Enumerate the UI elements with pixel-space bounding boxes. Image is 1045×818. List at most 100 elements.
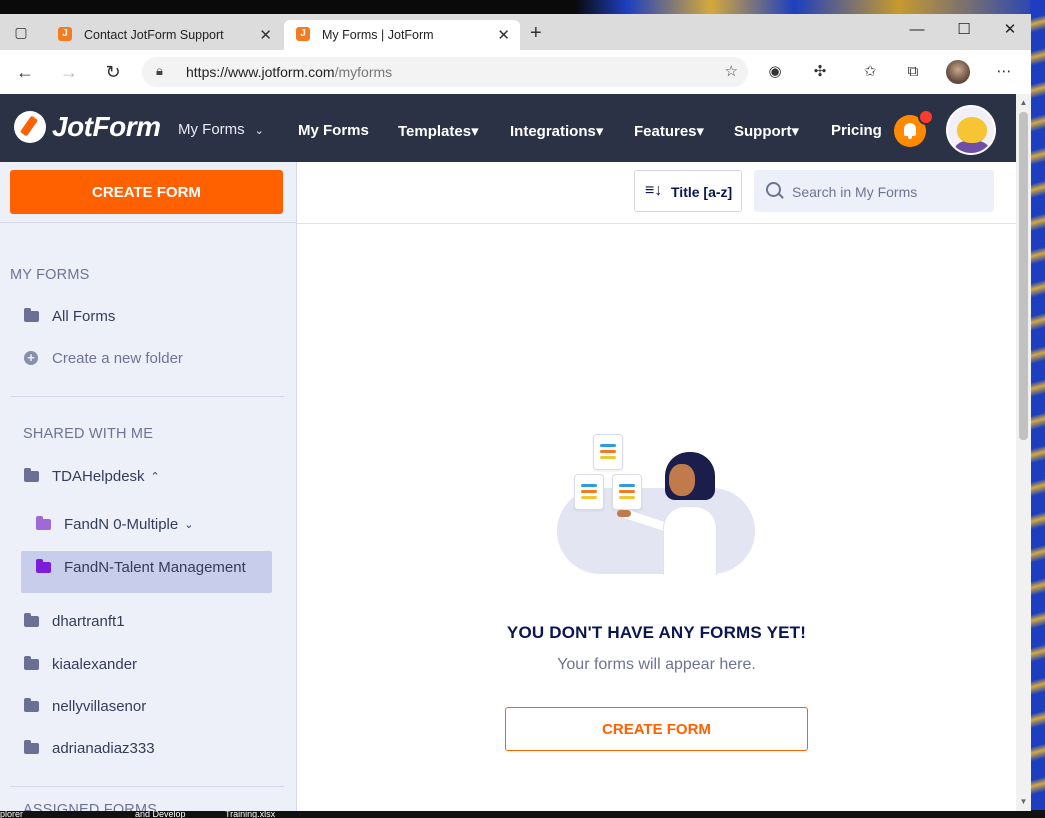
- form-card-icon: [612, 474, 642, 510]
- tab-label: My Forms | JotForm: [322, 28, 434, 42]
- sidebar-item-fandn-talent-management[interactable]: FandN-Talent Management: [36, 554, 246, 580]
- jotform-logo-icon: [14, 111, 46, 143]
- caret-down-icon: ▾: [471, 123, 479, 140]
- sidebar: CREATE FORM MY FORMS All Forms + Create …: [0, 162, 297, 811]
- divider: [0, 222, 296, 223]
- new-tab-icon[interactable]: +: [530, 22, 542, 45]
- add-favorite-icon[interactable]: ☆: [725, 62, 738, 80]
- folder-icon: [24, 739, 39, 754]
- url-field[interactable]: 🔒︎ https://www.jotform.com/myforms ☆: [142, 57, 748, 87]
- context-dropdown[interactable]: My Forms ⌄: [178, 121, 264, 138]
- empty-state-subtitle: Your forms will appear here.: [557, 656, 756, 673]
- sidebar-item-dhartranft1[interactable]: dhartranft1: [24, 608, 125, 634]
- close-tab-icon[interactable]: ✕: [259, 26, 272, 44]
- profile-avatar[interactable]: [946, 60, 970, 84]
- create-form-button[interactable]: CREATE FORM: [10, 170, 283, 214]
- sidebar-item-label: dhartranft1: [52, 612, 125, 630]
- nav-pricing[interactable]: Pricing: [831, 122, 882, 139]
- nav-my-forms[interactable]: My Forms: [298, 122, 369, 139]
- caret-down-icon: ▾: [791, 123, 800, 140]
- jotform-favicon-icon: J: [296, 27, 310, 41]
- nav-label: Integrations: [510, 123, 596, 140]
- extensions-puzzle-icon[interactable]: ✣: [810, 62, 830, 82]
- logo-text: JotForm: [52, 111, 161, 142]
- nav-features[interactable]: Features▾: [634, 122, 704, 140]
- chevron-down-icon[interactable]: ⌄: [184, 518, 193, 531]
- form-card-icon: [574, 474, 604, 510]
- folder-icon: [24, 697, 39, 712]
- nav-label: Templates: [398, 123, 472, 140]
- search-box[interactable]: [754, 170, 994, 212]
- sort-icon: ≡↓: [645, 182, 663, 199]
- sidebar-item-nellyvillasenor[interactable]: nellyvillasenor: [24, 693, 146, 719]
- nav-support[interactable]: Support▾: [734, 122, 799, 140]
- forward-icon[interactable]: →: [58, 61, 80, 83]
- folder-icon: [36, 558, 51, 573]
- extension-circle-icon[interactable]: ◉: [765, 62, 785, 82]
- sidebar-item-adrianadiaz333[interactable]: adrianadiaz333: [24, 735, 155, 761]
- folder-icon: [24, 467, 39, 482]
- sidebar-item-label: All Forms: [52, 307, 116, 325]
- search-input[interactable]: [790, 180, 984, 204]
- sidebar-item-fandn-multiple[interactable]: FandN 0-Multiple ⌄: [36, 511, 193, 537]
- minimize-icon[interactable]: —: [906, 20, 928, 40]
- tab-label: Contact JotForm Support: [84, 28, 224, 42]
- taskbar-item[interactable]: plorer: [0, 810, 23, 818]
- sidebar-item-label: adrianadiaz333: [52, 739, 155, 757]
- jotform-logo[interactable]: JotForm: [14, 109, 161, 145]
- divider: [10, 786, 284, 787]
- tab-my-forms[interactable]: J My Forms | JotForm ✕: [284, 20, 520, 50]
- scroll-down-icon[interactable]: ▼: [1016, 795, 1031, 809]
- sort-label: Title [a-z]: [671, 184, 733, 200]
- divider: [10, 396, 284, 397]
- favorites-icon[interactable]: ✩: [860, 62, 880, 82]
- more-options-icon[interactable]: ⋯: [994, 62, 1014, 82]
- refresh-icon[interactable]: ↻: [102, 61, 124, 83]
- page-scrollbar[interactable]: ▲ ▼: [1016, 94, 1031, 811]
- empty-state-illustration: [555, 434, 755, 584]
- address-bar: ← → ↻ 🔒︎ https://www.jotform.com/myforms…: [0, 50, 1031, 95]
- nav-label: Support: [734, 123, 792, 140]
- folder-icon: [24, 612, 39, 627]
- nav-templates[interactable]: Templates▾: [398, 122, 479, 140]
- taskbar-item[interactable]: Training.xlsx: [225, 810, 275, 818]
- sidebar-item-label: kiaalexander: [52, 655, 138, 673]
- scrollbar-thumb[interactable]: [1019, 112, 1028, 440]
- maximize-icon[interactable]: ☐: [953, 20, 975, 40]
- sidebar-item-kiaalexander[interactable]: kiaalexander: [24, 651, 137, 677]
- url-host: https://www.jotform.com: [186, 64, 335, 80]
- create-form-button-empty[interactable]: CREATE FORM: [505, 707, 808, 751]
- user-avatar[interactable]: [946, 105, 996, 155]
- caret-down-icon: ▾: [696, 123, 705, 140]
- chevron-up-icon[interactable]: ⌃: [151, 470, 160, 483]
- nav-integrations[interactable]: Integrations▾: [510, 122, 603, 140]
- tab-contact-support[interactable]: J Contact JotForm Support ✕: [46, 20, 282, 50]
- plus-circle-icon: +: [24, 351, 38, 365]
- scroll-up-icon[interactable]: ▲: [1016, 96, 1031, 110]
- sidebar-item-label: FandN-Talent Management: [64, 558, 246, 576]
- taskbar-strip: plorer and Develop Training.xlsx: [0, 810, 1045, 818]
- tab-strip: ▢ J Contact JotForm Support ✕ J My Forms…: [0, 14, 1031, 50]
- tab-actions-icon[interactable]: ▢: [12, 24, 30, 40]
- chevron-down-icon: ⌄: [254, 125, 264, 137]
- folder-icon: [36, 515, 51, 530]
- close-tab-icon[interactable]: ✕: [497, 26, 510, 44]
- sidebar-item-tdahelpdesk[interactable]: TDAHelpdesk ⌃: [24, 463, 160, 489]
- sidebar-item-all-forms[interactable]: All Forms: [24, 303, 115, 329]
- my-forms-heading: MY FORMS: [10, 267, 90, 283]
- divider: [297, 223, 1016, 224]
- search-icon: [766, 182, 781, 197]
- collections-icon[interactable]: ⧉: [903, 62, 923, 82]
- url-path: /myforms: [334, 64, 393, 80]
- create-folder-link[interactable]: + Create a new folder: [24, 345, 183, 371]
- context-dropdown-label: My Forms: [178, 121, 245, 138]
- nav-label: Features: [634, 123, 697, 140]
- folder-icon: [24, 655, 39, 670]
- back-icon[interactable]: ←: [14, 61, 36, 83]
- taskbar-item[interactable]: and Develop: [135, 810, 186, 818]
- sort-button[interactable]: ≡↓ Title [a-z]: [634, 170, 742, 212]
- lock-icon[interactable]: 🔒︎: [156, 63, 163, 79]
- main-content: ≡↓ Title [a-z] YOU DON'T HAVE ANY: [297, 162, 1016, 811]
- sidebar-item-label: nellyvillasenor: [52, 697, 147, 715]
- close-window-icon[interactable]: ✕: [999, 20, 1021, 40]
